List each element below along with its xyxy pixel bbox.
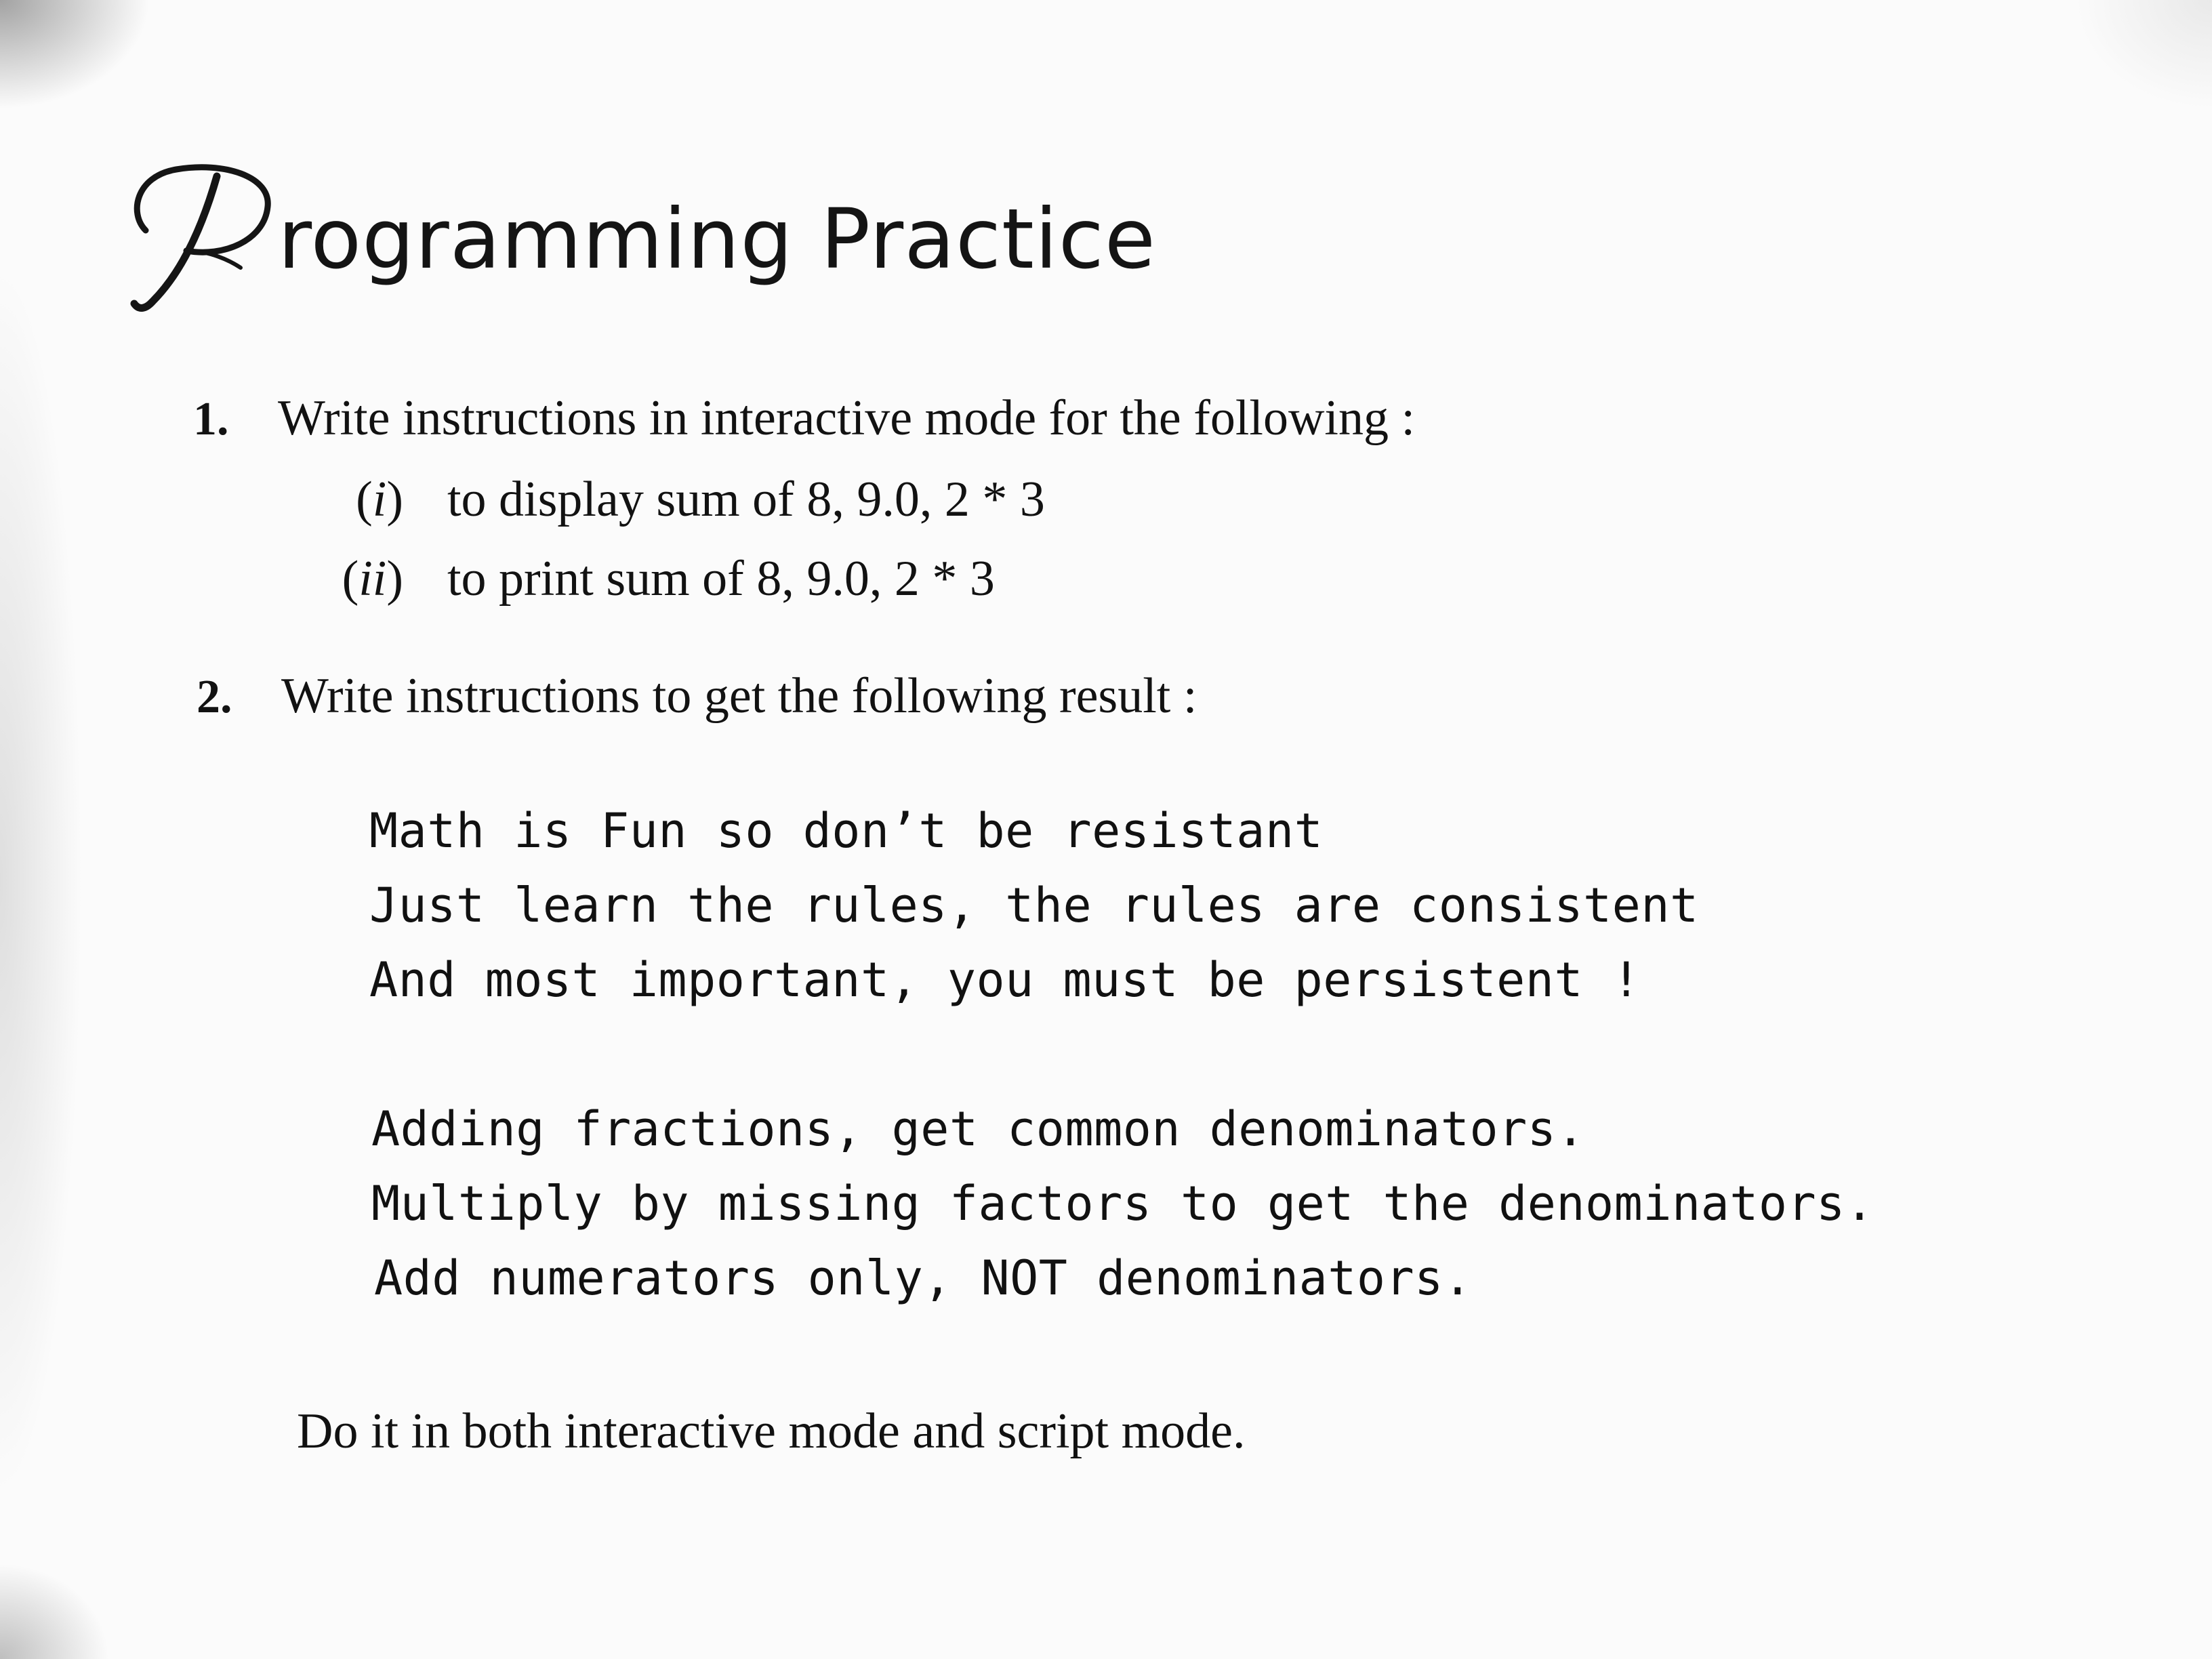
output-line: And most important, you must be persiste… [369, 952, 1641, 1008]
output-line: Adding fractions, get common denominator… [371, 1101, 1586, 1157]
heading-script-initial [130, 164, 271, 312]
item-text: to print sum of 8, 9.0, 2 * 3 [447, 551, 995, 607]
question-number: 1. [193, 393, 229, 445]
item-text: to display sum of 8, 9.0, 2 * 3 [447, 472, 1045, 527]
output-line: Just learn the rules, the rules are cons… [369, 878, 1699, 933]
page: rogramming Practice 1. Write instruction… [0, 0, 2212, 1659]
question-number: 2. [197, 671, 232, 723]
output-line: Add numerators only, NOT denominators. [374, 1250, 1473, 1306]
item-label: (i) [356, 472, 403, 527]
item-label: (ii) [342, 551, 403, 607]
question-text: Write instructions to get the following … [281, 668, 1197, 724]
output-line: Math is Fun so don’t be resistant [369, 803, 1324, 859]
page-heading: rogramming Practice [122, 149, 1155, 325]
footer-instruction: Do it in both interactive mode and scrip… [297, 1404, 1246, 1459]
output-line: Multiply by missing factors to get the d… [371, 1176, 1875, 1231]
question-text: Write instructions in interactive mode f… [278, 390, 1416, 446]
heading-title: rogramming Practice [278, 191, 1156, 287]
